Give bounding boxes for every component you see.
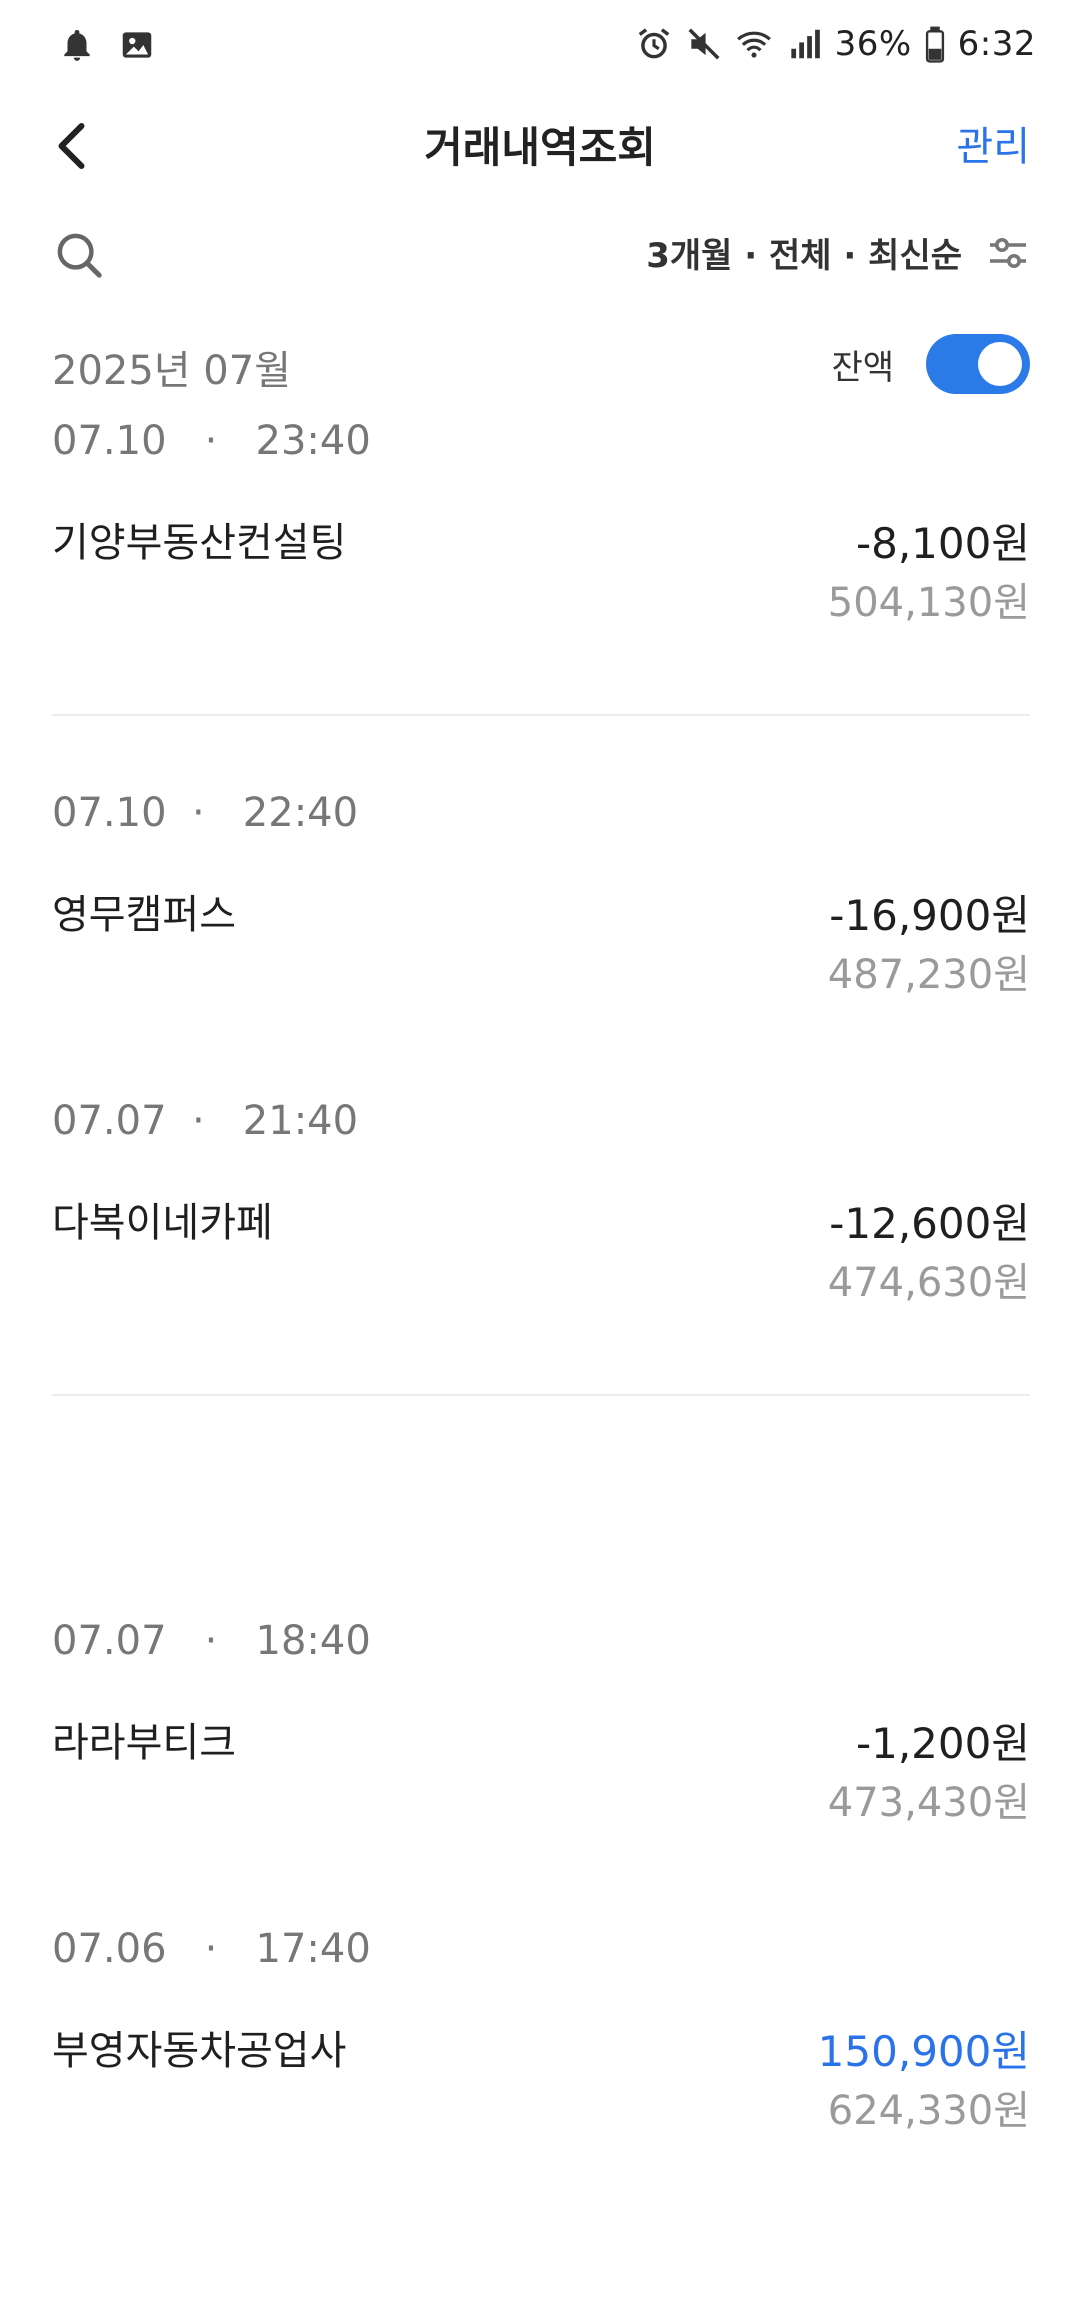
transaction-amount: -1,200원	[855, 1719, 1030, 1768]
filter-summary: 3개월 · 전체 · 최신순	[646, 236, 962, 276]
mute-icon	[688, 28, 720, 60]
transaction-item[interactable]: 07.07 · 18:40 라라부티크 -1,200원 473,430원	[52, 1618, 1030, 1826]
month-label: 2025년 07월	[52, 348, 292, 394]
app-header: 거래내역조회 관리	[0, 100, 1080, 190]
signal-icon	[790, 29, 820, 59]
gallery-image-icon	[122, 32, 152, 58]
page-title: 거래내역조회	[424, 123, 656, 172]
transaction-merchant: 라라부티크	[52, 1720, 236, 1766]
filter-row: 3개월 · 전체 · 최신순	[0, 222, 1080, 292]
notification-bell-icon	[64, 29, 90, 61]
transaction-datetime: 07.10 · 23:40	[52, 418, 371, 464]
transaction-datetime: 07.07 · 18:40	[52, 1618, 371, 1664]
divider	[52, 714, 1030, 716]
filter-sliders-icon	[990, 237, 1026, 268]
transaction-datetime: 07.06 · 17:40	[52, 1926, 371, 1972]
transaction-datetime: 07.07 · 21:40	[52, 1098, 359, 1144]
transaction-balance: 624,330원	[827, 2088, 1030, 2134]
filter-button[interactable]: 3개월 · 전체 · 최신순	[646, 228, 1032, 277]
transaction-balance: 487,230원	[827, 952, 1030, 998]
transaction-balance: 504,130원	[827, 580, 1030, 626]
transaction-merchant: 기양부동산컨설팅	[52, 520, 347, 566]
transaction-merchant: 다복이네카페	[52, 1200, 273, 1246]
transaction-amount: -16,900원	[829, 891, 1030, 940]
alarm-icon	[638, 28, 669, 59]
status-bar: 36% 6:32	[0, 0, 1080, 92]
status-bar-right: 36% 6:32	[635, 24, 1036, 64]
screen: 36% 6:32 거래내역조회 관리 3개월 · 전체 · 최신순 2025년 …	[0, 0, 1080, 2316]
balance-toggle-label: 잔액	[831, 347, 894, 388]
transaction-item[interactable]: 07.06 · 17:40 부영자동차공업사 150,900원 624,330원	[52, 1926, 1030, 2134]
transaction-item[interactable]: 07.07 · 21:40 다복이네카페 -12,600원 474,630원	[52, 1098, 1030, 1306]
transaction-merchant: 부영자동차공업사	[52, 2028, 347, 2074]
clock: 6:32	[957, 24, 1036, 64]
wifi-icon	[736, 31, 771, 58]
balance-toggle-row: 잔액	[831, 334, 1030, 394]
transaction-amount: -8,100원	[855, 519, 1030, 568]
transaction-item[interactable]: 07.10 · 23:40 기양부동산컨설팅 -8,100원 504,130원	[52, 418, 1030, 626]
status-bar-left	[58, 26, 156, 64]
transaction-balance: 474,630원	[827, 1260, 1030, 1306]
divider	[52, 1394, 1030, 1396]
transaction-balance: 473,430원	[827, 1780, 1030, 1826]
battery-percent: 36%	[834, 24, 912, 64]
battery-icon	[925, 26, 944, 63]
balance-toggle[interactable]	[926, 334, 1030, 394]
search-icon[interactable]	[52, 228, 106, 282]
transaction-item[interactable]: 07.10 · 22:40 영무캠퍼스 -16,900원 487,230원	[52, 790, 1030, 998]
manage-button[interactable]: 관리	[956, 114, 1030, 172]
transaction-amount: 150,900원	[817, 2027, 1030, 2076]
transaction-merchant: 영무캠퍼스	[52, 892, 236, 938]
transaction-datetime: 07.10 · 22:40	[52, 790, 359, 836]
toggle-knob	[978, 342, 1022, 386]
transaction-amount: -12,600원	[829, 1199, 1030, 1248]
